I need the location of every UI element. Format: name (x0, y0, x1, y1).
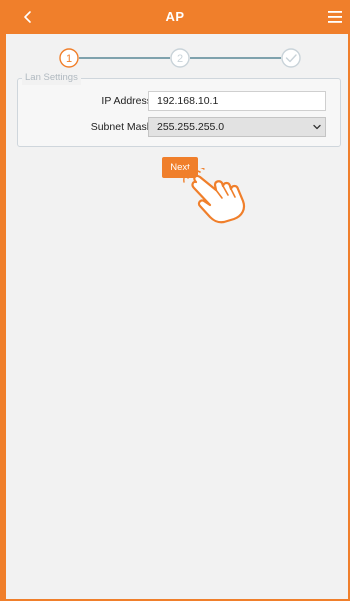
step-2: 2 (170, 48, 190, 68)
chevron-down-icon (313, 124, 321, 130)
subnet-mask-value: 255.255.255.0 (157, 121, 225, 133)
page-title: AP (165, 9, 185, 24)
ip-address-input[interactable] (148, 91, 326, 111)
step-1: 1 (59, 48, 79, 68)
step-3 (281, 48, 301, 68)
step-1-number: 1 (66, 53, 72, 65)
step-indicator: 1 2 (59, 48, 301, 68)
hamburger-menu-icon[interactable] (328, 11, 342, 23)
app-header: AP (0, 0, 350, 34)
subnet-mask-label: Subnet Mask (90, 121, 152, 133)
subnet-mask-select[interactable]: 255.255.255.0 (148, 117, 326, 137)
lan-settings-legend: Lan Settings (22, 71, 81, 85)
lan-settings-panel: Lan Settings IP Address Subnet Mask 255.… (17, 71, 341, 147)
tap-hand-icon (183, 168, 246, 224)
step-2-number: 2 (177, 53, 183, 65)
ip-address-label: IP Address (101, 95, 152, 107)
